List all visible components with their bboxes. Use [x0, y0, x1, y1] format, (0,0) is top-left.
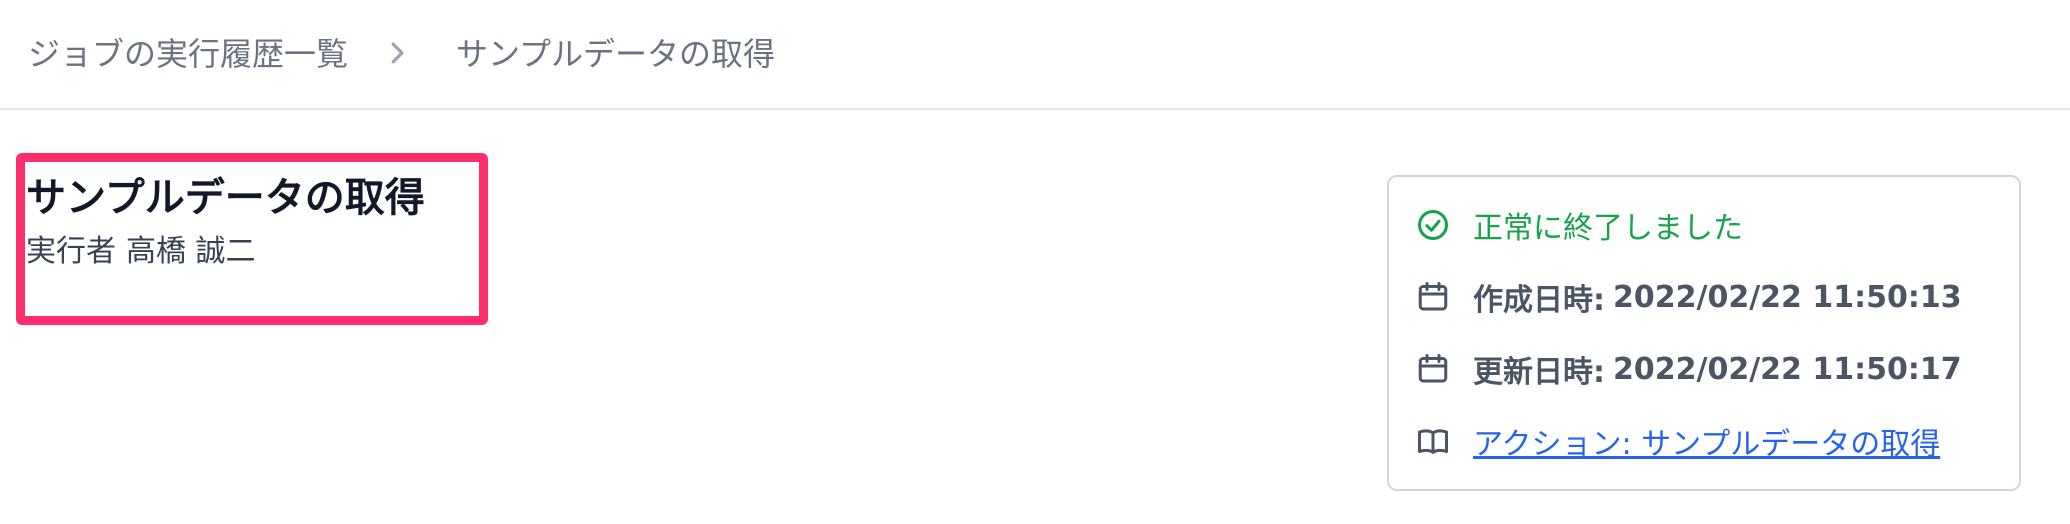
status-text: 正常に終了しました [1473, 211, 1743, 246]
updated-label: 更新日時: [1473, 355, 1605, 390]
check-circle-icon [1418, 210, 1448, 240]
breadcrumb-parent-link[interactable]: ジョブの実行履歴一覧 [28, 30, 348, 78]
action-row: アクション: サンプルデータの取得 [1415, 419, 1940, 463]
updated-row: 更新日時: 2022/02/22 11:50:17 [1415, 347, 1962, 391]
book-icon [1418, 429, 1448, 454]
created-value: 2022/02/22 11:50:13 [1613, 279, 1962, 315]
executor-line: 実行者 高橋 誠二 [26, 230, 266, 274]
executor-name: 高橋 誠二 [126, 234, 256, 269]
action-link[interactable]: アクション: サンプルデータの取得 [1473, 419, 1940, 463]
created-row: 作成日時: 2022/02/22 11:50:13 [1415, 275, 1962, 319]
calendar-icon [1418, 354, 1448, 383]
breadcrumb-current: サンプルデータの取得 [456, 35, 776, 73]
breadcrumb: ジョブの実行履歴一覧 サンプルデータの取得 [0, 0, 2070, 110]
status-row: 正常に終了しました [1415, 203, 1743, 247]
created-label: 作成日時: [1473, 283, 1605, 318]
page-title: サンプルデータの取得 [26, 175, 425, 221]
updated-value: 2022/02/22 11:50:17 [1613, 351, 1962, 387]
calendar-icon [1418, 282, 1448, 311]
job-info-card: 正常に終了しました 作成日時: 2022/02/22 11:50:13 更新日時… [1387, 175, 2021, 491]
executor-label: 実行者 [26, 234, 116, 269]
chevron-right-icon [391, 42, 404, 64]
job-run-detail-page: ジョブの実行履歴一覧 サンプルデータの取得 サンプルデータの取得 実行者 高橋 誠… [0, 0, 2070, 524]
